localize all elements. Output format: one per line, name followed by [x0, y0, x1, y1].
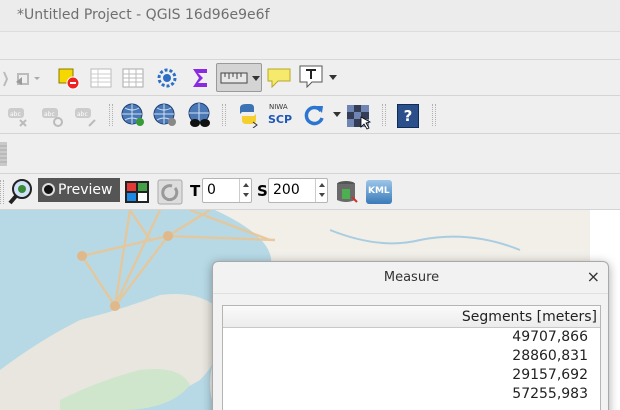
toolbar-row-2: abc abc abc NIWA SCP ? — [0, 96, 620, 134]
s-spinbox[interactable]: 200 — [268, 178, 328, 203]
refresh-dropdown-icon — [333, 112, 341, 117]
kml-icon: KML — [368, 186, 390, 196]
measure-dialog[interactable]: Measure × Segments [meters] 49707,866 28… — [212, 261, 609, 410]
toolbar-row-4: Preview T 0 S 200 KML — [0, 174, 620, 210]
toolbar-separator — [382, 104, 386, 126]
s-spin-arrows-icon[interactable] — [315, 179, 327, 202]
toolbar-handle-icon — [0, 142, 7, 166]
help-icon: ? — [403, 107, 413, 125]
s-label: S — [257, 182, 268, 200]
toolbar-separator — [222, 104, 226, 126]
segments-table[interactable]: Segments [meters] 49707,866 28860,831 29… — [222, 305, 601, 410]
map-tips-icon[interactable] — [266, 66, 292, 90]
text-annotation-dropdown-icon — [329, 75, 337, 80]
segments-column-header[interactable]: Segments [meters] — [223, 306, 600, 328]
measure-dialog-header[interactable]: Measure × — [213, 262, 608, 294]
toolbar-separator — [432, 104, 436, 126]
select-features-icon[interactable] — [2, 68, 40, 90]
preview-button[interactable]: Preview — [38, 178, 120, 202]
t-spin-arrows-icon[interactable] — [239, 179, 251, 202]
window-title-bar: *Untitled Project - QGIS 16d96e9e6f — [0, 0, 620, 32]
toolbar-separator — [109, 104, 113, 126]
text-annotation-button[interactable] — [298, 64, 340, 90]
table-row[interactable]: 28860,831 — [223, 347, 600, 366]
scp-label: SCP — [268, 113, 293, 126]
measure-dialog-title: Measure — [383, 270, 440, 285]
field-calculator-table-icon[interactable] — [122, 68, 144, 88]
deselect-features-icon[interactable] — [57, 67, 81, 91]
text-annotation-icon — [299, 65, 323, 88]
label-pin-icon[interactable]: abc — [8, 106, 32, 128]
toolbar-separator — [0, 180, 4, 204]
add-wms-layer-icon[interactable] — [120, 102, 146, 128]
svg-text:abc: abc — [44, 111, 55, 118]
add-wcs-layer-icon[interactable] — [152, 102, 178, 128]
zoom-to-layer-icon[interactable] — [8, 178, 34, 206]
color-composite-icon[interactable] — [124, 180, 150, 204]
raster-tiles-icon[interactable] — [346, 104, 372, 130]
svg-text:abc: abc — [10, 111, 21, 118]
refresh-icon — [304, 105, 324, 126]
toolbar-row-3 — [0, 134, 620, 174]
table-row[interactable]: 57255,983 — [223, 385, 600, 404]
svg-text:abc: abc — [77, 111, 88, 118]
t-spinbox[interactable]: 0 — [202, 178, 252, 203]
label-move-icon[interactable]: abc — [75, 106, 99, 128]
label-show-hide-icon[interactable]: abc — [42, 106, 66, 128]
attribute-table-icon[interactable] — [90, 68, 112, 88]
table-row[interactable]: 49707,866 — [223, 328, 600, 347]
measure-line-button[interactable] — [216, 63, 262, 92]
t-label: T — [190, 182, 201, 200]
toolbox-gear-icon[interactable] — [155, 66, 179, 90]
menu-bar — [0, 32, 620, 60]
ruler-icon — [220, 72, 248, 84]
help-button[interactable]: ? — [397, 104, 419, 128]
toolbar-row-1 — [0, 60, 620, 96]
niwa-scp-plugin-button[interactable]: NIWA SCP — [266, 103, 296, 129]
niwa-label: NIWA — [269, 103, 288, 111]
kml-export-button[interactable]: KML — [366, 180, 392, 204]
statistics-sigma-icon[interactable] — [189, 66, 211, 90]
t-value: 0 — [207, 182, 216, 198]
window-title: *Untitled Project - QGIS 16d96e9e6f — [17, 7, 270, 23]
geocoding-binoculars-icon[interactable] — [186, 102, 214, 128]
python-console-icon[interactable] — [236, 102, 262, 128]
reset-icon[interactable] — [157, 179, 183, 205]
table-row[interactable]: 29157,692 — [223, 366, 600, 385]
preview-label: Preview — [58, 182, 113, 198]
raster-calculator-icon[interactable] — [334, 179, 360, 205]
refresh-button[interactable] — [302, 102, 344, 128]
s-value: 200 — [273, 182, 300, 198]
measure-dropdown-icon — [252, 76, 260, 81]
close-icon[interactable]: × — [587, 267, 600, 286]
preview-record-icon — [42, 183, 55, 196]
